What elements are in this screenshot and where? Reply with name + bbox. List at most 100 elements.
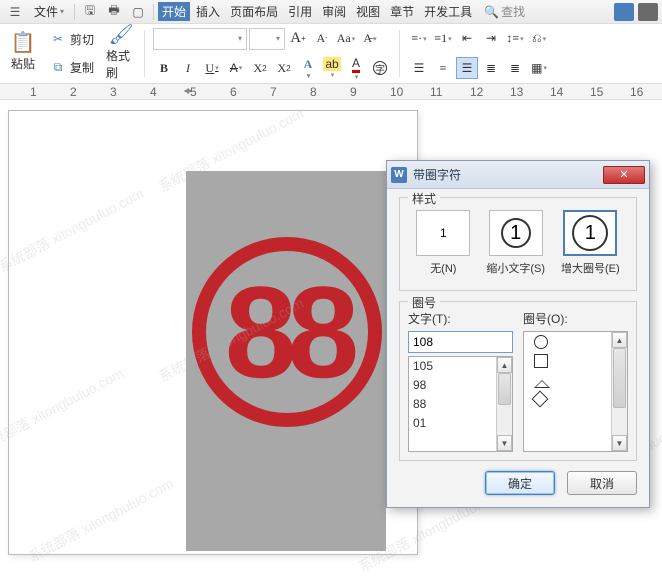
- addon-icon-2[interactable]: [638, 3, 658, 21]
- ruler-tick: 7: [270, 85, 277, 99]
- underline-button[interactable]: U: [201, 57, 223, 79]
- ruler-tick: 11: [430, 85, 442, 99]
- ruler-tick: 3: [110, 85, 117, 99]
- scroll-up-icon[interactable]: ▲: [612, 332, 627, 348]
- line-spacing-button[interactable]: ↕≡: [504, 28, 526, 50]
- shading-button[interactable]: ▦: [528, 57, 550, 79]
- list-item[interactable]: 88: [409, 395, 496, 414]
- tab-review[interactable]: 审阅: [318, 2, 350, 21]
- dialog-title: 带圈字符: [413, 166, 603, 183]
- copy-button[interactable]: ⧉复制: [50, 54, 94, 80]
- tab-chapter[interactable]: 章节: [386, 2, 418, 21]
- bullets-button[interactable]: ≡·: [408, 28, 430, 50]
- ring-group-label: 圈号: [408, 294, 440, 311]
- style-enlarge[interactable]: 1: [563, 210, 617, 256]
- text-frame[interactable]: 88: [186, 171, 386, 551]
- text-options-listbox[interactable]: 105 98 88 01 ▲ ▼: [408, 356, 513, 452]
- cancel-button[interactable]: 取消: [567, 471, 637, 495]
- align-center-button[interactable]: ≡: [432, 57, 454, 79]
- style-enlarge-glyph: 1: [572, 215, 608, 251]
- hamburger-icon[interactable]: ☰: [4, 2, 26, 22]
- numbering-button[interactable]: ≡1: [432, 28, 454, 50]
- close-button[interactable]: ✕: [603, 166, 645, 184]
- strikethrough-button[interactable]: A: [225, 57, 247, 79]
- style-shrink-glyph: 1: [501, 218, 531, 248]
- ribbon: 📋 粘贴 ✂剪切 ⧉复制 🖌 格式刷 A+ A- Aa A̶ B I U A X…: [0, 24, 662, 84]
- style-shrink[interactable]: 1: [489, 210, 543, 256]
- search-box[interactable]: 🔍 查找: [484, 3, 525, 20]
- style-none-glyph: 1: [440, 226, 447, 240]
- scrollbar[interactable]: ▲ ▼: [611, 332, 627, 451]
- ruler-tick: 13: [510, 85, 523, 99]
- list-item[interactable]: 98: [409, 376, 496, 395]
- superscript-button[interactable]: X2: [249, 57, 271, 79]
- clear-format-button[interactable]: A̶: [359, 28, 381, 50]
- print-preview-icon[interactable]: ▢: [127, 2, 149, 22]
- tab-start[interactable]: 开始: [158, 2, 190, 21]
- scroll-thumb[interactable]: [498, 373, 511, 405]
- tab-reference[interactable]: 引用: [284, 2, 316, 21]
- paste-button[interactable]: 📋 粘贴: [8, 26, 38, 76]
- scrollbar[interactable]: ▲ ▼: [496, 357, 512, 451]
- font-color-button[interactable]: A: [345, 57, 367, 79]
- page: 88: [8, 110, 418, 555]
- italic-button[interactable]: I: [177, 57, 199, 79]
- align-right-button[interactable]: ☰: [456, 57, 478, 79]
- ruler-tick: 5: [190, 85, 197, 99]
- increase-font-button[interactable]: A+: [287, 28, 309, 50]
- list-item[interactable]: 105: [409, 357, 496, 376]
- scroll-up-icon[interactable]: ▲: [497, 357, 512, 373]
- search-icon: 🔍: [484, 5, 499, 19]
- shape-triangle[interactable]: [524, 370, 611, 389]
- right-addon-icons: [614, 3, 658, 21]
- app-icon: W: [391, 167, 407, 183]
- scroll-thumb[interactable]: [613, 348, 626, 408]
- font-name-select[interactable]: [153, 28, 247, 50]
- decrease-font-button[interactable]: A-: [311, 28, 333, 50]
- scroll-down-icon[interactable]: ▼: [497, 435, 512, 451]
- decrease-indent-button[interactable]: ⇤: [456, 28, 478, 50]
- addon-icon-1[interactable]: [614, 3, 634, 21]
- shape-diamond[interactable]: [524, 389, 611, 408]
- text-input[interactable]: [408, 331, 513, 353]
- style-group: 样式 1 无(N) 1 缩小文字(S) 1 增大圈号(E): [399, 197, 637, 291]
- clipboard-icon: 📋: [11, 30, 36, 55]
- print-icon[interactable]: 🖶: [103, 2, 125, 22]
- increase-indent-button[interactable]: ⇥: [480, 28, 502, 50]
- ruler-tick: 2: [70, 85, 77, 99]
- font-size-select[interactable]: [249, 28, 285, 50]
- enclose-characters-dialog: W 带圈字符 ✕ 样式 1 无(N) 1 缩小文字(S) 1 增大圈号(E): [386, 160, 650, 508]
- subscript-button[interactable]: X2: [273, 57, 295, 79]
- file-menu[interactable]: 文件: [28, 2, 70, 22]
- enclose-char-button[interactable]: 字: [369, 57, 391, 79]
- tab-insert[interactable]: 插入: [192, 2, 224, 21]
- sort-button[interactable]: ⎌: [528, 28, 550, 50]
- scroll-down-icon[interactable]: ▼: [612, 435, 627, 451]
- cut-label: 剪切: [70, 31, 94, 48]
- ring-shape-listbox[interactable]: ▲ ▼: [523, 331, 628, 452]
- format-painter-button[interactable]: 🖌 格式刷: [106, 26, 136, 76]
- save-icon[interactable]: 🖫: [79, 2, 101, 22]
- ruler-tick: 4: [150, 85, 157, 99]
- ok-button[interactable]: 确定: [485, 471, 555, 495]
- distribute-button[interactable]: ≣: [504, 57, 526, 79]
- shape-circle[interactable]: [524, 332, 611, 351]
- bold-button[interactable]: B: [153, 57, 175, 79]
- cut-button[interactable]: ✂剪切: [50, 26, 94, 52]
- tab-layout[interactable]: 页面布局: [226, 2, 282, 21]
- text-effects-button[interactable]: A: [297, 57, 319, 79]
- tab-view[interactable]: 视图: [352, 2, 384, 21]
- list-item[interactable]: 01: [409, 414, 496, 433]
- align-justify-button[interactable]: ≣: [480, 57, 502, 79]
- tab-devtools[interactable]: 开发工具: [420, 2, 476, 21]
- paste-label: 粘贴: [11, 55, 35, 72]
- text-field-label: 文字(T):: [408, 310, 513, 327]
- style-shrink-label: 缩小文字(S): [486, 260, 545, 276]
- style-none[interactable]: 1: [416, 210, 470, 256]
- highlight-button[interactable]: ab: [321, 57, 343, 79]
- align-left-button[interactable]: ☰: [408, 57, 430, 79]
- change-case-button[interactable]: Aa: [335, 28, 357, 50]
- shape-square[interactable]: [524, 351, 611, 370]
- style-enlarge-label: 增大圈号(E): [561, 260, 620, 276]
- dialog-title-bar[interactable]: W 带圈字符 ✕: [387, 161, 649, 189]
